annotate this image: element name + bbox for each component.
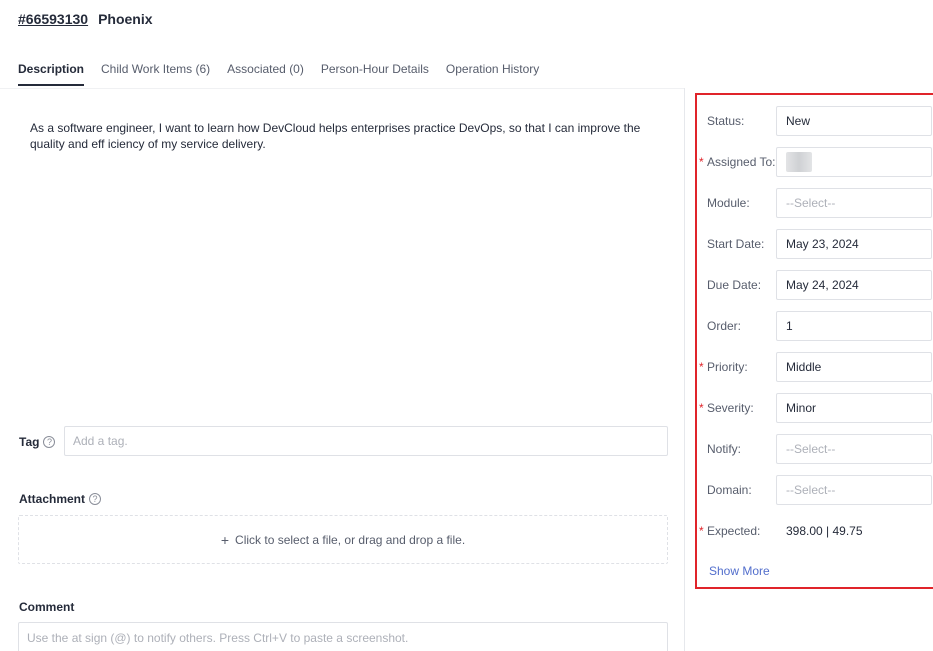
tab-divider bbox=[0, 88, 684, 89]
required-mark: * bbox=[699, 524, 704, 538]
field-label: Start Date: bbox=[707, 237, 765, 251]
field-severity: * Severity: Minor bbox=[697, 392, 933, 424]
module-select[interactable]: --Select-- bbox=[776, 188, 932, 218]
field-label: Due Date: bbox=[707, 278, 762, 292]
comment-input[interactable] bbox=[18, 622, 668, 651]
field-label: Order: bbox=[707, 319, 742, 333]
field-label: Severity: bbox=[707, 401, 754, 415]
field-module: Module: --Select-- bbox=[697, 187, 933, 219]
field-due-date: Due Date: May 24, 2024 bbox=[697, 269, 933, 301]
field-label: Status: bbox=[707, 114, 745, 128]
field-label: Expected: bbox=[707, 524, 761, 538]
plus-icon: + bbox=[220, 531, 230, 548]
expected-value: 398.00 | 49.75 bbox=[786, 524, 863, 538]
severity-select[interactable]: Minor bbox=[776, 393, 932, 423]
tag-label: Tag ? bbox=[19, 435, 56, 449]
domain-select[interactable]: --Select-- bbox=[776, 475, 932, 505]
help-icon[interactable]: ? bbox=[89, 493, 102, 505]
field-domain: Domain: --Select-- bbox=[697, 474, 933, 506]
field-priority: * Priority: Middle bbox=[697, 351, 933, 383]
tab-description[interactable]: Description bbox=[18, 62, 85, 86]
assignee-select[interactable] bbox=[776, 147, 932, 177]
due-date-picker[interactable]: May 24, 2024 bbox=[776, 270, 932, 300]
work-item-title: #66593130 Phoenix bbox=[18, 11, 153, 27]
work-item-id[interactable]: #66593130 bbox=[18, 11, 88, 27]
attachment-label: Attachment ? bbox=[19, 492, 102, 506]
description-text[interactable]: As a software engineer, I want to learn … bbox=[30, 120, 660, 152]
comment-label: Comment bbox=[19, 600, 75, 614]
show-more-link[interactable]: Show More bbox=[709, 564, 770, 578]
tab-associated[interactable]: Associated (0) bbox=[227, 62, 304, 86]
tab-operation-history[interactable]: Operation History bbox=[446, 62, 539, 86]
field-order: Order: 1 bbox=[697, 310, 933, 342]
tab-bar: Description Child Work Items (6) Associa… bbox=[18, 62, 539, 86]
field-label: Notify: bbox=[707, 442, 742, 456]
attachment-dropzone[interactable]: + Click to select a file, or drag and dr… bbox=[18, 515, 668, 564]
panel-divider bbox=[684, 88, 685, 651]
attachment-label-text: Attachment bbox=[19, 492, 86, 506]
dropzone-text: Click to select a file, or drag and drop… bbox=[235, 532, 466, 547]
required-mark: * bbox=[699, 401, 704, 415]
work-item-name: Phoenix bbox=[98, 11, 153, 27]
help-icon[interactable]: ? bbox=[43, 436, 56, 448]
field-label: Priority: bbox=[707, 360, 748, 374]
attributes-panel: Status: New * Assigned To: Module: --Sel… bbox=[695, 93, 933, 589]
start-date-picker[interactable]: May 23, 2024 bbox=[776, 229, 932, 259]
blurred-avatar bbox=[786, 152, 812, 172]
field-expected: * Expected: 398.00 | 49.75 bbox=[697, 515, 933, 547]
tab-child-work-items[interactable]: Child Work Items (6) bbox=[101, 62, 210, 86]
tag-label-text: Tag bbox=[19, 435, 40, 449]
order-input[interactable]: 1 bbox=[776, 311, 932, 341]
priority-select[interactable]: Middle bbox=[776, 352, 932, 382]
field-assigned-to: * Assigned To: bbox=[697, 146, 933, 178]
field-label: Domain: bbox=[707, 483, 752, 497]
field-label: Module: bbox=[707, 196, 750, 210]
required-mark: * bbox=[699, 360, 704, 374]
status-select[interactable]: New bbox=[776, 106, 932, 136]
notify-select[interactable]: --Select-- bbox=[776, 434, 932, 464]
field-label: Assigned To: bbox=[707, 155, 776, 169]
field-notify: Notify: --Select-- bbox=[697, 433, 933, 465]
tab-person-hour-details[interactable]: Person-Hour Details bbox=[321, 62, 429, 86]
field-start-date: Start Date: May 23, 2024 bbox=[697, 228, 933, 260]
field-status: Status: New bbox=[697, 105, 933, 137]
required-mark: * bbox=[699, 155, 704, 169]
tag-input[interactable] bbox=[64, 426, 668, 456]
